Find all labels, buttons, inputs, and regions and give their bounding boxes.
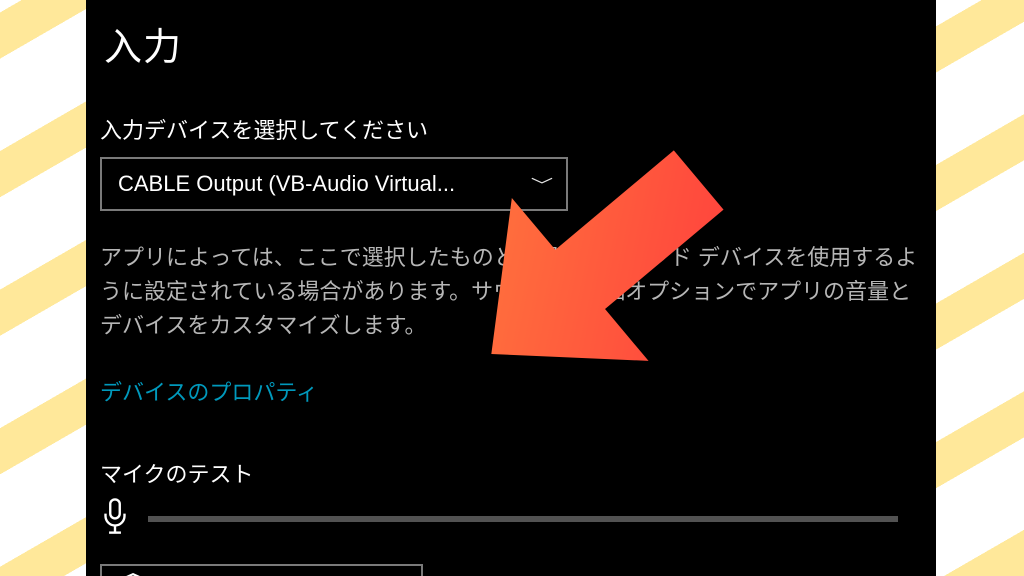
chevron-down-icon: ﹀ (531, 172, 553, 196)
input-device-dropdown[interactable]: CABLE Output (VB-Audio Virtual... ﹀ (100, 157, 568, 211)
input-device-label: 入力デバイスを選択してください (100, 113, 936, 145)
troubleshoot-button[interactable]: トラブルシューティング (100, 564, 423, 576)
mic-test-label: マイクのテスト (100, 457, 936, 489)
section-heading-input: 入力 (104, 16, 936, 71)
mic-level-bar (148, 516, 898, 522)
input-device-note: アプリによっては、ここで選択したものとは異なるサウンド デバイスを使用するように… (100, 241, 920, 343)
input-device-value: CABLE Output (VB-Audio Virtual... (118, 171, 455, 197)
mic-test-row (100, 497, 936, 540)
microphone-icon (100, 497, 130, 540)
device-properties-link[interactable]: デバイスのプロパティ (100, 375, 318, 407)
sound-settings-panel: 入力 入力デバイスを選択してください CABLE Output (VB-Audi… (86, 0, 936, 576)
troubleshoot-icon (120, 572, 146, 576)
